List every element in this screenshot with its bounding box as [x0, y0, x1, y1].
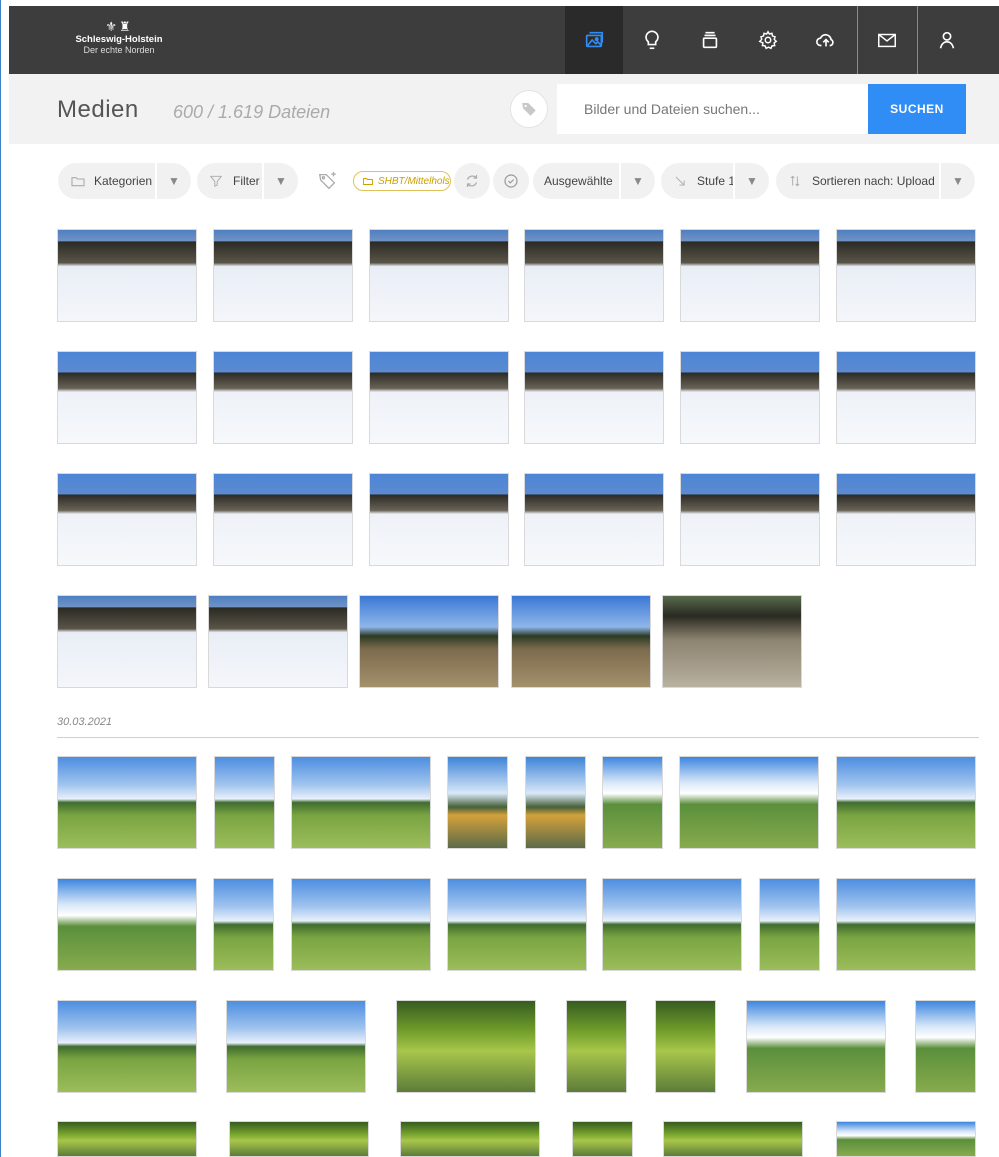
media-thumbnail[interactable] — [511, 595, 651, 688]
media-thumbnail[interactable] — [655, 1000, 716, 1093]
media-thumbnail[interactable] — [214, 756, 275, 849]
media-thumbnail[interactable] — [602, 878, 742, 971]
media-thumbnail[interactable] — [57, 756, 197, 849]
media-thumbnail[interactable] — [524, 229, 664, 322]
media-thumbnail[interactable] — [291, 878, 431, 971]
media-thumbnail[interactable] — [57, 1000, 197, 1093]
media-thumbnail[interactable] — [680, 229, 820, 322]
media-thumbnail[interactable] — [836, 473, 976, 566]
media-thumbnail[interactable] — [602, 756, 663, 849]
media-thumbnail[interactable] — [57, 595, 197, 688]
media-thumbnail[interactable] — [746, 1000, 886, 1093]
media-thumbnail[interactable] — [759, 878, 820, 971]
media-grid — [1, 0, 999, 1157]
media-thumbnail[interactable] — [226, 1000, 366, 1093]
media-thumbnail[interactable] — [208, 595, 348, 688]
media-thumbnail[interactable] — [662, 595, 802, 688]
media-thumbnail[interactable] — [400, 1121, 540, 1157]
media-thumbnail[interactable] — [524, 351, 664, 444]
media-thumbnail[interactable] — [566, 1000, 627, 1093]
media-thumbnail[interactable] — [57, 229, 197, 322]
media-thumbnail[interactable] — [679, 756, 819, 849]
section-date: 30.03.2021 — [57, 716, 113, 728]
media-thumbnail[interactable] — [680, 473, 820, 566]
media-thumbnail[interactable] — [836, 756, 976, 849]
media-thumbnail[interactable] — [57, 878, 197, 971]
media-thumbnail[interactable] — [525, 756, 586, 849]
media-thumbnail[interactable] — [447, 756, 508, 849]
media-thumbnail[interactable] — [396, 1000, 536, 1093]
media-thumbnail[interactable] — [57, 1121, 197, 1157]
media-thumbnail[interactable] — [213, 473, 353, 566]
media-thumbnail[interactable] — [229, 1121, 369, 1157]
media-thumbnail[interactable] — [836, 229, 976, 322]
media-thumbnail[interactable] — [447, 878, 587, 971]
media-thumbnail[interactable] — [369, 351, 509, 444]
media-thumbnail[interactable] — [57, 473, 197, 566]
media-thumbnail[interactable] — [524, 473, 664, 566]
media-thumbnail[interactable] — [213, 229, 353, 322]
media-thumbnail[interactable] — [57, 351, 197, 444]
media-thumbnail[interactable] — [359, 595, 499, 688]
media-thumbnail[interactable] — [572, 1121, 633, 1157]
media-thumbnail[interactable] — [836, 878, 976, 971]
media-thumbnail[interactable] — [836, 1121, 976, 1157]
section-divider — [57, 737, 979, 738]
media-thumbnail[interactable] — [291, 756, 431, 849]
media-thumbnail[interactable] — [213, 878, 274, 971]
media-thumbnail[interactable] — [915, 1000, 976, 1093]
media-thumbnail[interactable] — [680, 351, 820, 444]
media-thumbnail[interactable] — [369, 473, 509, 566]
media-thumbnail[interactable] — [836, 351, 976, 444]
media-thumbnail[interactable] — [663, 1121, 803, 1157]
media-thumbnail[interactable] — [369, 229, 509, 322]
media-thumbnail[interactable] — [213, 351, 353, 444]
